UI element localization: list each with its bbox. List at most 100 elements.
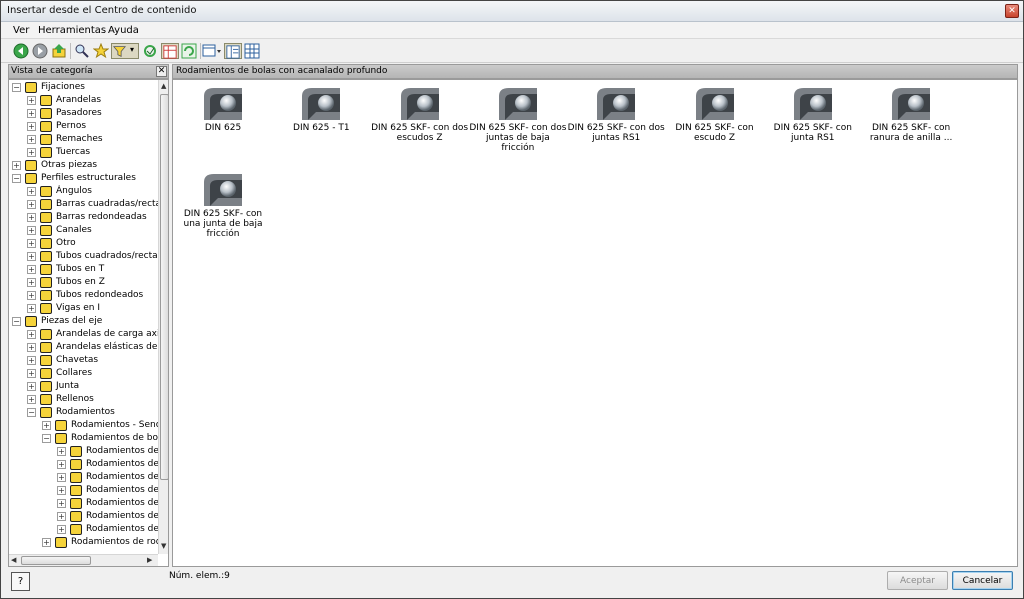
collapse-icon[interactable]: − — [12, 174, 21, 183]
filter-button[interactable]: ▾ — [111, 43, 139, 59]
tree-item[interactable]: + Barras cuadradas/rectan — [9, 198, 158, 211]
tree-item[interactable]: + Canales — [9, 224, 158, 237]
up-icon[interactable] — [51, 43, 67, 59]
expand-icon[interactable]: + — [27, 343, 36, 352]
scroll-right-icon[interactable]: ▶ — [147, 556, 152, 564]
expand-icon[interactable]: + — [27, 122, 36, 131]
expand-icon[interactable]: + — [57, 460, 66, 469]
collapse-icon[interactable]: − — [27, 408, 36, 417]
collapse-icon[interactable]: − — [12, 83, 21, 92]
menu-ver[interactable]: Ver — [13, 25, 29, 36]
back-icon[interactable] — [13, 43, 29, 59]
tree-item[interactable]: + Arandelas — [9, 94, 158, 107]
content-item[interactable]: DIN 625 SKF- con junta RS1 — [764, 82, 862, 164]
category-tree[interactable]: ▲ ▼ ◀ ▶ − Fijaciones + Arandelas + Pasadores +… — [8, 79, 169, 567]
expand-icon[interactable]: + — [27, 382, 36, 391]
tree-item[interactable]: + Chavetas — [9, 354, 158, 367]
expand-icon[interactable]: + — [57, 499, 66, 508]
expand-icon[interactable]: + — [12, 161, 21, 170]
content-item[interactable]: DIN 625 — [174, 82, 272, 164]
expand-icon[interactable]: + — [27, 278, 36, 287]
search-icon[interactable] — [74, 43, 90, 59]
tree-hscroll-thumb[interactable] — [21, 556, 91, 565]
tree-item[interactable]: + Tuercas — [9, 146, 158, 159]
menu-ayuda[interactable]: Ayuda — [108, 25, 139, 36]
view-mode-icon[interactable] — [202, 43, 222, 59]
expand-icon[interactable]: + — [27, 369, 36, 378]
expand-icon[interactable]: + — [27, 395, 36, 404]
content-item[interactable]: DIN 625 - T1 — [272, 82, 370, 164]
close-button[interactable]: ✕ — [1005, 4, 1019, 18]
cancel-button[interactable]: Cancelar — [952, 571, 1013, 590]
refresh-check-icon[interactable] — [142, 43, 158, 59]
content-area[interactable]: DIN 625 DIN 625 - T1 DIN 625 SKF- con do… — [172, 79, 1018, 567]
tree-scroll-thumb[interactable] — [160, 94, 168, 480]
tree-item[interactable]: + Rodamientos de l — [9, 458, 158, 471]
tree-item[interactable]: + Rodamientos de l — [9, 510, 158, 523]
tree-item[interactable]: + Collares — [9, 367, 158, 380]
expand-icon[interactable]: + — [27, 200, 36, 209]
expand-icon[interactable]: + — [42, 538, 51, 547]
tree-item[interactable]: − Fijaciones — [9, 81, 158, 94]
accept-button[interactable]: Aceptar — [887, 571, 948, 590]
tree-item[interactable]: + Rodamientos de l — [9, 523, 158, 536]
scroll-up-icon[interactable]: ▲ — [161, 82, 166, 90]
expand-icon[interactable]: + — [27, 187, 36, 196]
expand-icon[interactable]: + — [27, 109, 36, 118]
forward-icon[interactable] — [32, 43, 48, 59]
tree-item[interactable]: + Tubos en Z — [9, 276, 158, 289]
expand-icon[interactable]: + — [27, 291, 36, 300]
refresh-icon[interactable] — [181, 43, 197, 59]
expand-icon[interactable]: + — [57, 473, 66, 482]
expand-icon[interactable]: + — [27, 356, 36, 365]
expand-icon[interactable]: + — [27, 226, 36, 235]
tree-item[interactable]: + Pernos — [9, 120, 158, 133]
expand-icon[interactable]: + — [27, 252, 36, 261]
tree-item[interactable]: + Ángulos — [9, 185, 158, 198]
expand-icon[interactable]: + — [57, 486, 66, 495]
tree-item[interactable]: + Rellenos — [9, 393, 158, 406]
tree-item[interactable]: + Rodamientos de l — [9, 497, 158, 510]
expand-icon[interactable]: + — [27, 265, 36, 274]
tree-horizontal-scrollbar[interactable]: ◀ ▶ — [9, 554, 158, 566]
grid-view-icon[interactable] — [244, 43, 260, 59]
close-panel-icon[interactable]: ✕ — [156, 66, 167, 77]
tree-item[interactable]: + Vigas en I — [9, 302, 158, 315]
tree-item[interactable]: + Rodamientos de l — [9, 484, 158, 497]
tree-item[interactable]: + Arandelas de carga axial — [9, 328, 158, 341]
favorites-icon[interactable] — [93, 43, 109, 59]
expand-icon[interactable]: + — [27, 213, 36, 222]
expand-icon[interactable]: + — [57, 447, 66, 456]
scroll-down-icon[interactable]: ▼ — [161, 542, 166, 550]
tree-item[interactable]: + Rodamientos - Sencill — [9, 419, 158, 432]
content-item[interactable]: DIN 625 SKF- con una junta de baja fricc… — [174, 168, 272, 250]
collapse-icon[interactable]: − — [12, 317, 21, 326]
scroll-left-icon[interactable]: ◀ — [11, 556, 16, 564]
content-item[interactable]: DIN 625 SKF- con ranura de anilla ... — [862, 82, 960, 164]
tree-item[interactable]: − Perfiles estructurales — [9, 172, 158, 185]
tree-item[interactable]: + Tubos redondeados — [9, 289, 158, 302]
tree-item[interactable]: + Rodamientos de rodil — [9, 536, 158, 549]
expand-icon[interactable]: + — [57, 512, 66, 521]
tree-item[interactable]: + Pasadores — [9, 107, 158, 120]
tree-item[interactable]: + Junta — [9, 380, 158, 393]
content-item[interactable]: DIN 625 SKF- con dos escudos Z — [371, 82, 469, 164]
content-item[interactable]: DIN 625 SKF- con dos juntas de baja fric… — [469, 82, 567, 164]
expand-icon[interactable]: + — [27, 239, 36, 248]
tree-item[interactable]: + Rodamientos de l — [9, 471, 158, 484]
table-view-button[interactable] — [161, 43, 179, 59]
tree-item[interactable]: − Rodamientos de bola — [9, 432, 158, 445]
tree-item[interactable]: + Tubos cuadrados/rectang — [9, 250, 158, 263]
tree-item[interactable]: + Arandelas elásticas de re — [9, 341, 158, 354]
tree-item[interactable]: − Rodamientos — [9, 406, 158, 419]
tree-item[interactable]: + Otro — [9, 237, 158, 250]
tree-item[interactable]: + Barras redondeadas — [9, 211, 158, 224]
help-button[interactable]: ? — [11, 572, 30, 591]
tree-view-button[interactable] — [224, 43, 242, 59]
tree-item[interactable]: + Rodamientos de l — [9, 445, 158, 458]
expand-icon[interactable]: + — [42, 421, 51, 430]
expand-icon[interactable]: + — [27, 135, 36, 144]
expand-icon[interactable]: + — [27, 304, 36, 313]
content-item[interactable]: DIN 625 SKF- con escudo Z — [666, 82, 764, 164]
menu-herramientas[interactable]: Herramientas — [38, 25, 106, 36]
